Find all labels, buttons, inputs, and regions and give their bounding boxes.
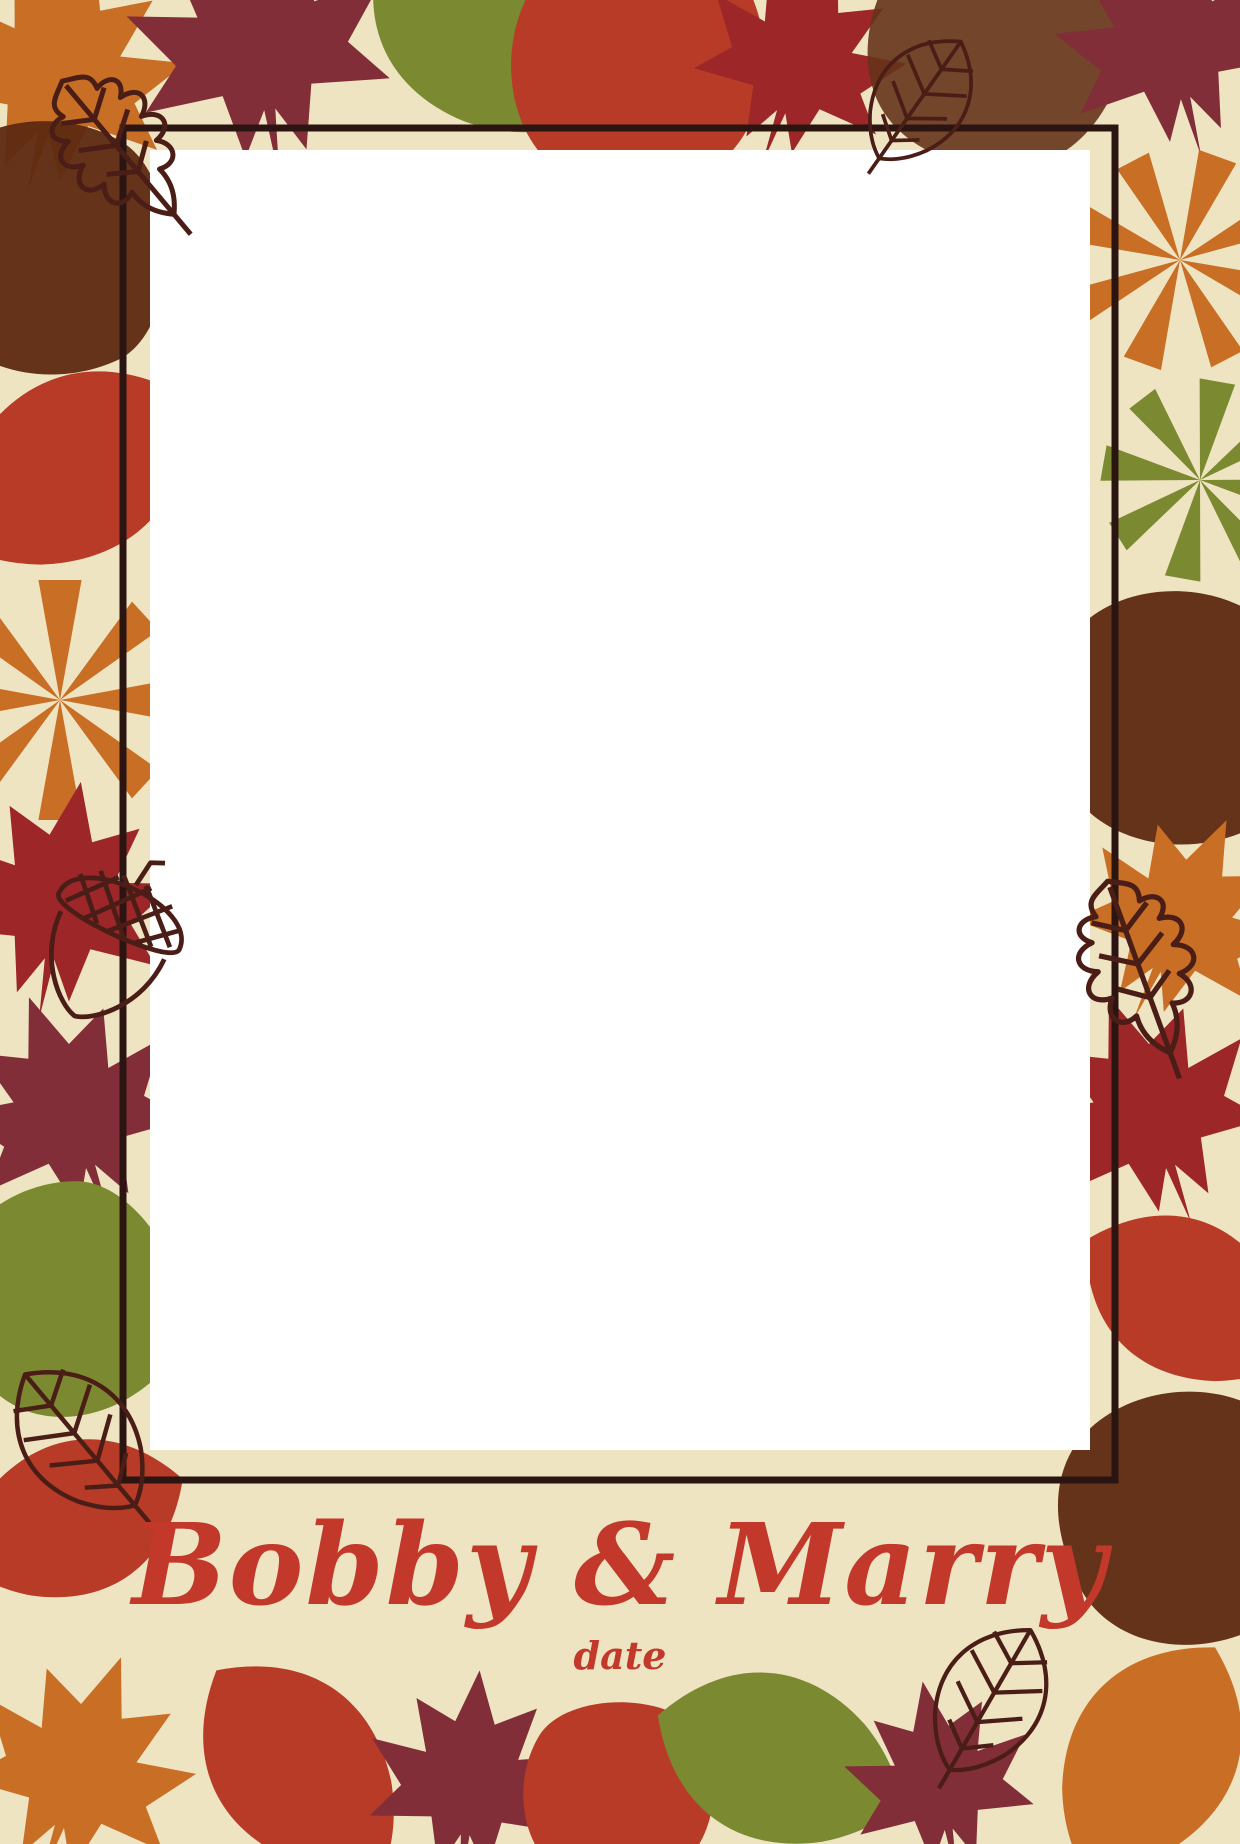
event-date-label: date — [573, 1633, 667, 1678]
couple-names-title: Bobby & Marry — [132, 1500, 1108, 1631]
